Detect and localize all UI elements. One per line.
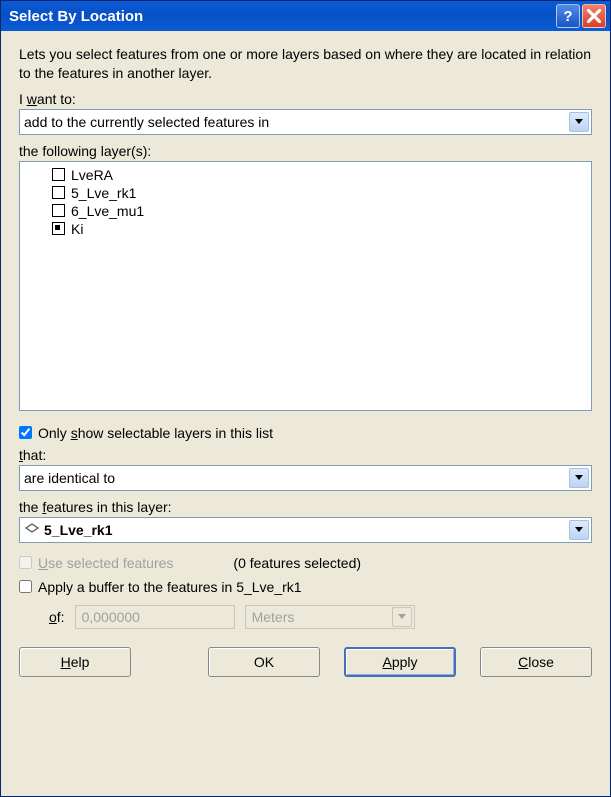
dialog-description: Lets you select features from one or mor…: [19, 45, 592, 83]
layer-row[interactable]: 6_Lve_mu1: [26, 202, 585, 220]
buffer-unit-select: Meters: [245, 605, 415, 629]
spatial-method-value: are identical to: [24, 470, 569, 486]
layer-checkbox[interactable]: [52, 204, 65, 217]
close-icon: [587, 9, 601, 23]
features-layer-label: the features in this layer:: [19, 499, 592, 515]
that-label: that:: [19, 447, 592, 463]
chevron-down-icon: [575, 527, 583, 532]
i-want-to-label: I want to:: [19, 91, 592, 107]
chevron-down-icon: [398, 614, 406, 619]
titlebar-close-button[interactable]: [582, 4, 606, 28]
layer-name: Ki: [71, 221, 83, 237]
dropdown-arrow-icon[interactable]: [569, 468, 589, 488]
layer-name: 6_Lve_mu1: [71, 203, 144, 219]
dropdown-arrow-icon[interactable]: [569, 112, 589, 132]
use-selected-label: Use selected features: [38, 555, 173, 571]
target-layer-value: 5_Lve_rk1: [44, 522, 569, 538]
layer-row[interactable]: LveRA: [26, 166, 585, 184]
titlebar-help-button[interactable]: ?: [556, 4, 580, 28]
select-by-location-dialog: Select By Location ? Lets you select fea…: [0, 0, 611, 797]
titlebar-title: Select By Location: [9, 8, 554, 25]
layer-checkbox[interactable]: [52, 222, 65, 235]
of-label: of:: [49, 609, 65, 625]
layer-name: LveRA: [71, 167, 113, 183]
spatial-method-select[interactable]: are identical to: [19, 465, 592, 491]
dialog-content: Lets you select features from one or mor…: [1, 31, 610, 796]
features-selected-count: (0 features selected): [233, 555, 361, 571]
layer-icon: [24, 522, 40, 538]
layer-checkbox[interactable]: [52, 186, 65, 199]
layer-name: 5_Lve_rk1: [71, 185, 136, 201]
help-button[interactable]: Help: [19, 647, 131, 677]
use-selected-checkbox: [19, 556, 32, 569]
apply-buffer-row: Apply a buffer to the features in 5_Lve_…: [19, 579, 592, 595]
buffer-distance-input: 0,000000: [75, 605, 235, 629]
layer-row[interactable]: 5_Lve_rk1: [26, 184, 585, 202]
chevron-down-icon: [575, 475, 583, 480]
ok-button[interactable]: OK: [208, 647, 320, 677]
buffer-inputs-row: of: 0,000000 Meters: [49, 605, 592, 629]
only-selectable-checkbox[interactable]: [19, 426, 32, 439]
layer-row[interactable]: Ki: [26, 220, 585, 238]
apply-buffer-label: Apply a buffer to the features in 5_Lve_…: [38, 579, 302, 595]
titlebar[interactable]: Select By Location ?: [1, 1, 610, 31]
following-layers-label: the following layer(s):: [19, 143, 592, 159]
layer-checkbox[interactable]: [52, 168, 65, 181]
use-selected-row: Use selected features (0 features select…: [19, 555, 592, 571]
help-icon: ?: [563, 8, 572, 25]
target-layer-select[interactable]: 5_Lve_rk1: [19, 517, 592, 543]
close-button[interactable]: Close: [480, 647, 592, 677]
only-selectable-label: Only show selectable layers in this list: [38, 425, 273, 441]
chevron-down-icon: [575, 119, 583, 124]
dropdown-arrow-icon[interactable]: [569, 520, 589, 540]
action-select-value: add to the currently selected features i…: [24, 114, 569, 130]
apply-button[interactable]: Apply: [344, 647, 456, 677]
only-selectable-row: Only show selectable layers in this list: [19, 425, 592, 441]
button-row: Help OK Apply Close: [19, 647, 592, 677]
apply-buffer-checkbox[interactable]: [19, 580, 32, 593]
layers-listbox[interactable]: LveRA 5_Lve_rk1 6_Lve_mu1 Ki: [19, 161, 592, 411]
action-select[interactable]: add to the currently selected features i…: [19, 109, 592, 135]
dropdown-arrow-icon: [392, 607, 412, 627]
